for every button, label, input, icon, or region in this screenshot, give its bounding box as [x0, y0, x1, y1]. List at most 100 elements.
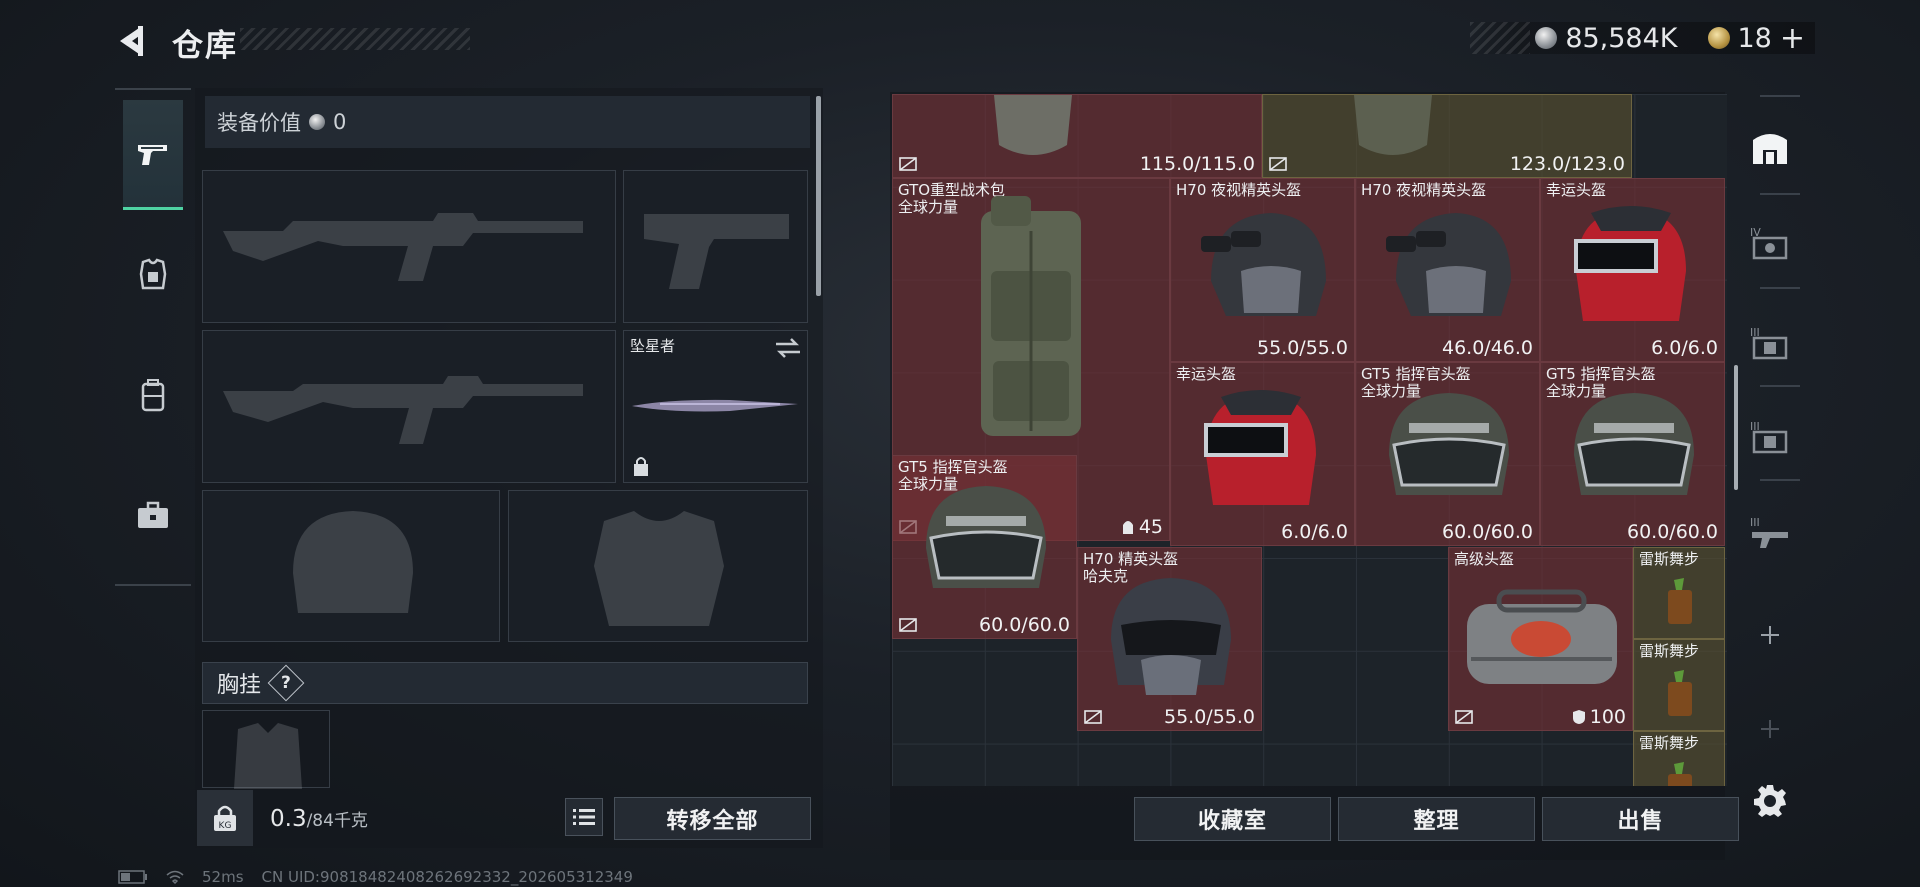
stash-page-main[interactable]	[1740, 117, 1800, 177]
organize-button[interactable]: 整理	[1338, 797, 1535, 841]
user-uid: CN UID:9081848240826269233​2_20260531234…	[261, 868, 633, 886]
item-name: 雷斯舞步	[1639, 734, 1700, 752]
settings-button[interactable]	[1740, 771, 1800, 831]
stash-page-4[interactable]: IV	[1740, 213, 1800, 273]
stash-item-helmet[interactable]: GT5 指挥官头盔 全球力量 60.0/60.0	[1355, 362, 1540, 546]
add-gold-button[interactable]: +	[1780, 21, 1805, 56]
stash-scrollbar[interactable]	[1734, 365, 1738, 490]
helmet-slot[interactable]	[202, 490, 500, 642]
stash-item-helmet[interactable]: GT5 指挥官头盔 全球力量 60.0/60.0	[892, 455, 1077, 639]
plus-icon	[1761, 626, 1779, 644]
add-stash-page-button[interactable]	[1740, 605, 1800, 665]
stash-item-consumable[interactable]: 雷斯舞步	[1633, 731, 1725, 786]
backpack-icon	[141, 379, 165, 412]
stash-item-consumable[interactable]: 雷斯舞步	[1633, 639, 1725, 731]
currency-bar: 85,584K 18 +	[1470, 21, 1815, 56]
weight-lock-button[interactable]: KG	[197, 790, 253, 846]
stash-box-icon: IV	[1750, 226, 1788, 260]
chest-rig-header: 胸挂 ?	[202, 662, 808, 704]
helmet-art-icon	[1574, 206, 1686, 321]
melee-slot[interactable]: 坠星者	[623, 330, 808, 483]
stash-item-top-mid[interactable]: 123.0/123.0	[1262, 94, 1632, 178]
helmet-art-icon	[1574, 393, 1694, 495]
marked-icon	[899, 157, 917, 171]
transfer-all-button[interactable]: 转移全部	[614, 797, 811, 840]
gold-amount: 18	[1737, 22, 1772, 54]
item-name: H70 夜视精英头盔	[1361, 181, 1487, 199]
pistol-silhouette-icon	[644, 214, 789, 289]
stash-item-helmet[interactable]: 幸运头盔 6.0/6.0	[1170, 362, 1355, 546]
helmet-art-icon	[1204, 390, 1316, 505]
marked-icon	[1084, 710, 1102, 724]
item-durability: 115.0/115.0	[1139, 153, 1255, 175]
battery-icon	[118, 870, 147, 884]
stash-box-icon: III	[1750, 326, 1788, 360]
briefcase-icon	[138, 501, 168, 528]
stash-grid[interactable]: 115.0/115.0 123.0/123.0 GTO重型战术包 全球力量 45 …	[892, 94, 1727, 786]
stash-item-helmet[interactable]: GT5 指挥官头盔 全球力量 60.0/60.0	[1540, 362, 1725, 546]
melee-name: 坠星者	[630, 337, 676, 355]
shield-icon	[1572, 710, 1585, 724]
category-tab-rail	[115, 88, 191, 586]
stash-item-helmet[interactable]: H70 夜视精英头盔 46.0/46.0	[1355, 178, 1540, 362]
item-armor-value: 100	[1572, 706, 1626, 728]
loadout-scrollbar[interactable]	[816, 96, 821, 296]
backpack-art-icon	[981, 196, 1081, 436]
plus-icon	[1761, 720, 1779, 738]
item-durability: 60.0/60.0	[1626, 521, 1718, 543]
silver-coin-icon	[1535, 27, 1558, 49]
item-durability: 55.0/55.0	[1163, 706, 1255, 728]
wifi-icon	[166, 870, 184, 884]
stash-page-3[interactable]: III	[1740, 313, 1800, 373]
weight-lock-icon: KG	[214, 805, 236, 831]
marked-icon	[1455, 710, 1473, 724]
helmet-art-icon	[1386, 213, 1511, 316]
sell-button[interactable]: 出售	[1542, 797, 1739, 841]
stash-item-helmet[interactable]: 幸运头盔 6.0/6.0	[1540, 178, 1725, 362]
list-icon	[573, 809, 595, 825]
stash-item-helmet[interactable]: 高级头盔 100	[1448, 547, 1633, 731]
silver-amount: 85,584K	[1565, 22, 1678, 54]
helmet-silhouette-icon	[293, 511, 413, 613]
knife-icon	[632, 399, 798, 412]
add-stash-page-button-disabled	[1740, 699, 1800, 759]
chest-rig-slot[interactable]	[202, 710, 330, 789]
tab-armor[interactable]	[123, 220, 183, 330]
helmet-art-icon	[926, 486, 1046, 588]
stash-item-top-left[interactable]: 115.0/115.0	[892, 94, 1262, 178]
item-durability: 46.0/46.0	[1441, 337, 1533, 359]
stash-item-consumable[interactable]: 雷斯舞步	[1633, 547, 1725, 639]
helmet-art-icon	[1201, 213, 1326, 316]
ping-value: 52ms	[202, 868, 244, 886]
stash-item-helmet[interactable]: H70 夜视精英头盔 55.0/55.0	[1170, 178, 1355, 362]
collection-room-button[interactable]: 收藏室	[1134, 797, 1331, 841]
armor-icon	[139, 258, 167, 290]
vest-art-icon	[1354, 95, 1432, 155]
stash-item-helmet[interactable]: H70 精英头盔 哈夫克 55.0/55.0	[1077, 547, 1262, 731]
cocktail-icon	[1668, 578, 1692, 624]
tab-backpack[interactable]	[123, 340, 183, 450]
equipment-value: 0	[333, 110, 347, 134]
swap-icon[interactable]	[774, 337, 802, 359]
tab-case[interactable]	[123, 460, 183, 570]
secondary-weapon-slot[interactable]	[202, 330, 616, 483]
back-button[interactable]	[112, 20, 154, 62]
stash-page-1[interactable]: III	[1740, 503, 1800, 563]
silver-coin-icon	[309, 114, 325, 130]
item-name: 雷斯舞步	[1639, 550, 1700, 568]
marked-icon	[899, 618, 917, 632]
stash-page-2[interactable]: III	[1740, 407, 1800, 467]
cocktail-icon	[1668, 670, 1692, 716]
helmet-art-icon	[1389, 393, 1509, 495]
primary-weapon-slot[interactable]	[202, 170, 616, 323]
item-durability: 6.0/6.0	[1281, 521, 1348, 543]
body-armor-slot[interactable]	[508, 490, 808, 642]
duffel-bag-art-icon	[1467, 589, 1617, 684]
sidearm-slot[interactable]	[623, 170, 808, 323]
tab-weapons[interactable]	[123, 100, 183, 210]
help-icon[interactable]: ?	[267, 664, 305, 702]
vest-art-icon	[994, 95, 1072, 155]
capacity-icon	[1122, 521, 1133, 534]
equipment-value-label: 装备价值	[217, 111, 301, 135]
list-view-button[interactable]	[565, 798, 603, 836]
